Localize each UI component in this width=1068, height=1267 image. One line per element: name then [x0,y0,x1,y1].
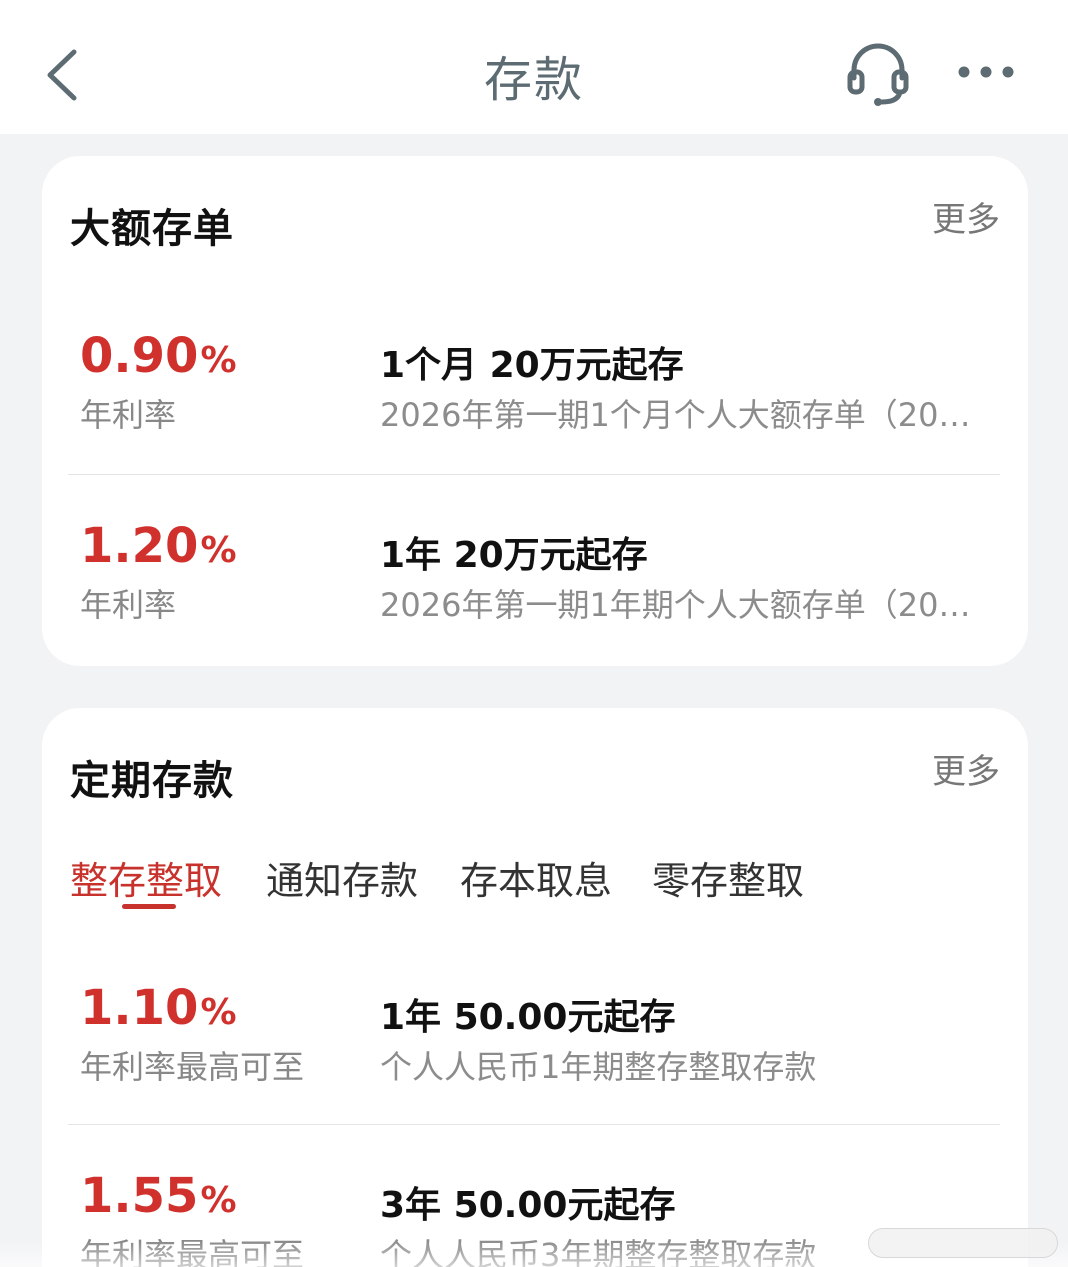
product-title: 3年 50.00元起存 [380,1185,676,1226]
more-options-button[interactable] [950,52,1022,92]
product-description: 2026年第一期1年期个人大额存单（2026年第一期） [380,586,990,624]
interest-rate: 1.20% [80,518,237,574]
deposit-page: 存款 大额存单 更多 0.90% 年利率 1个月 20万元起存 2026年第一期… [0,0,1068,1267]
large-cd-card: 大额存单 更多 0.90% 年利率 1个月 20万元起存 2026年第一期1个月… [42,156,1028,666]
headset-icon [847,43,909,106]
row-divider [68,1124,1000,1125]
tab-notice-deposit[interactable]: 通知存款 [266,850,418,905]
tab-lump-sum[interactable]: 整存整取 [70,850,222,905]
section-title: 大额存单 [70,206,234,252]
tab-installment-deposit[interactable]: 零存整取 [652,850,804,905]
interest-rate: 0.90% [80,328,237,384]
section-title: 定期存款 [70,758,234,804]
interest-rate: 1.55% [80,1168,237,1224]
product-description: 2026年第一期1个月个人大额存单（2026年第一期） [380,396,990,434]
customer-service-button[interactable] [842,38,914,110]
more-dots-icon [958,66,1014,78]
top-nav-bar: 存款 [0,0,1068,134]
product-description: 个人人民币1年期整存整取存款 [380,1048,817,1086]
interest-rate: 1.10% [80,980,237,1036]
home-indicator [868,1228,1058,1258]
product-title: 1年 50.00元起存 [380,997,676,1038]
product-title: 1年 20万元起存 [380,535,648,576]
more-link[interactable]: 更多 [932,192,1000,241]
tab-interest-withdrawal[interactable]: 存本取息 [460,850,612,905]
row-divider [68,474,1000,475]
rate-label: 年利率 [80,396,177,434]
rate-label: 年利率 [80,586,177,624]
more-link[interactable]: 更多 [932,744,1000,793]
product-title: 1个月 20万元起存 [380,345,684,386]
fixed-deposit-card: 定期存款 更多 整存整取 通知存款 存本取息 零存整取 1.10% 年利率最高可… [42,708,1028,1267]
rate-label: 年利率最高可至 [80,1048,305,1086]
active-tab-indicator [122,904,176,909]
